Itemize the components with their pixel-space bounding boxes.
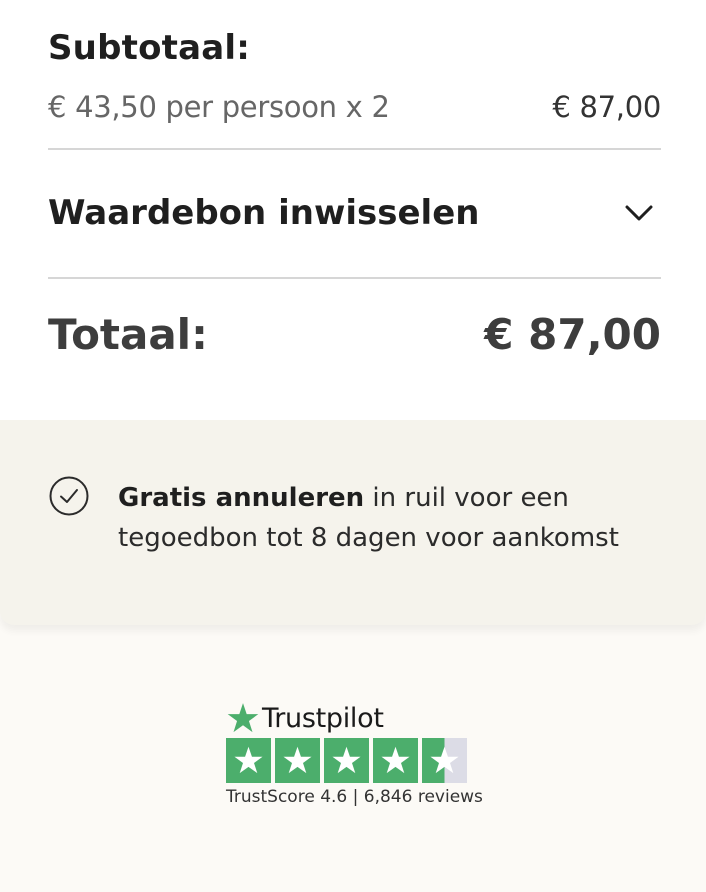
order-summary: Subtotaal: € 43,50 per persoon x 2 € 87,… [0, 0, 706, 420]
trustpilot-brand: Trustpilot [262, 702, 384, 734]
total-row: Totaal: € 87,00 [48, 310, 661, 359]
half-star-icon [422, 738, 467, 783]
star-icon [226, 738, 271, 783]
subtotal-amount: € 87,00 [552, 90, 661, 124]
cancellation-bold: Gratis annuleren [118, 483, 365, 513]
star-icon [373, 738, 418, 783]
star-icon [275, 738, 320, 783]
divider [48, 277, 661, 279]
check-circle-icon [49, 476, 89, 516]
voucher-toggle[interactable]: Waardebon inwisselen [48, 185, 661, 241]
cancellation-notice: Gratis annuleren in ruil voor een tegoed… [0, 420, 706, 625]
subtotal-line: € 43,50 per persoon x 2 [48, 90, 390, 124]
voucher-label: Waardebon inwisselen [48, 193, 480, 233]
star-icon [324, 738, 369, 783]
subtotal-label: Subtotaal: [48, 28, 251, 68]
trustpilot-header: Trustpilot [226, 700, 496, 736]
trustpilot-stars [226, 738, 496, 783]
chevron-down-icon [623, 197, 655, 229]
subtotal-row: € 43,50 per persoon x 2 € 87,00 [48, 90, 661, 124]
total-amount: € 87,00 [484, 310, 661, 359]
total-label: Totaal: [48, 310, 208, 359]
cancellation-text: Gratis annuleren in ruil voor een tegoed… [118, 478, 678, 558]
divider [48, 148, 661, 150]
trustpilot-score: TrustScore 4.6 | 6,846 reviews [226, 787, 483, 807]
trustpilot-widget[interactable]: Trustpilot TrustScore 4.6 | 6,846 review… [226, 700, 496, 807]
trustpilot-logo-icon [226, 701, 260, 735]
